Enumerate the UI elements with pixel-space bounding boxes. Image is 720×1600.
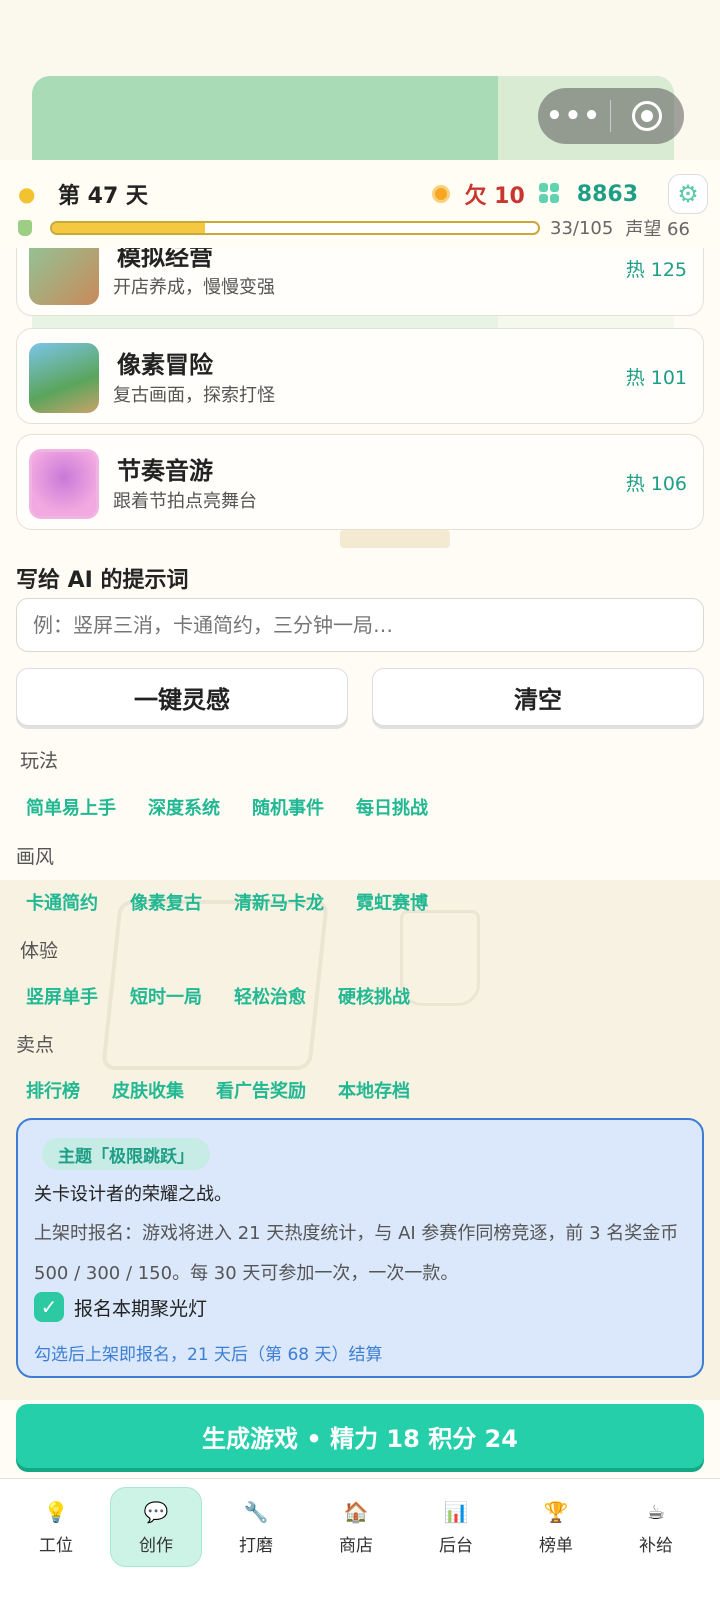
tag-chip[interactable]: 皮肤收集 (112, 1077, 184, 1103)
tag-group-label: 画风 (16, 846, 55, 868)
lightbulb-icon: ● (18, 182, 36, 206)
genre-subtitle: 复古画面，探索打怪 (113, 385, 275, 406)
store-icon: 🏠 (343, 1499, 369, 1524)
coin-icon (432, 185, 451, 203)
close-miniprogram-icon[interactable] (611, 101, 683, 131)
tag-group-label: 玩法 (20, 750, 59, 772)
chart-icon: 📊 (443, 1499, 469, 1524)
nav-item-store[interactable]: 🏠 商店 (310, 1487, 402, 1567)
nav-item-backend[interactable]: 📊 后台 (410, 1487, 502, 1567)
nav-item-supplies[interactable]: ☕ 补给 (610, 1487, 702, 1567)
tag-chip[interactable]: 轻松治愈 (234, 983, 306, 1009)
nav-label: 打磨 (239, 1535, 273, 1556)
potion-icon (18, 220, 32, 236)
genre-subtitle: 开店养成，慢慢变强 (113, 277, 275, 298)
wrench-icon: 🔧 (243, 1499, 269, 1524)
nav-label: 补给 (639, 1535, 673, 1556)
nav-label: 榜单 (539, 1535, 573, 1556)
generate-game-button[interactable]: 生成游戏 • 精力 18 积分 24 (16, 1404, 704, 1468)
more-icon[interactable]: ••• (538, 101, 610, 131)
progress-bar (50, 221, 540, 235)
debt-value: 欠 10 (464, 184, 525, 209)
tag-chip[interactable]: 简单易上手 (26, 794, 116, 820)
tag-chip[interactable]: 看广告奖励 (216, 1077, 306, 1103)
tag-row-art-style: 卡通简约 像素复古 清新马卡龙 霓虹赛博 (26, 889, 460, 915)
tag-chip[interactable]: 硬核挑战 (338, 983, 410, 1009)
tag-group-label: 体验 (20, 940, 59, 962)
inspire-button[interactable]: 一键灵感 (16, 668, 348, 726)
tag-chip[interactable]: 深度系统 (148, 794, 220, 820)
spotlight-theme-panel: 主题「极限跳跃」 关卡设计者的荣耀之战。 上架时报名：游戏将进入 21 天热度统… (16, 1118, 704, 1378)
nav-item-polish[interactable]: 🔧 打磨 (210, 1487, 302, 1567)
tag-chip[interactable]: 本地存档 (338, 1077, 410, 1103)
spotlight-checkbox-row[interactable]: ✓ 报名本期聚光灯 (34, 1292, 207, 1322)
tag-chip[interactable]: 竖屏单手 (26, 983, 98, 1009)
tag-row-gameplay: 简单易上手 深度系统 随机事件 每日挑战 (26, 794, 460, 820)
nav-label: 后台 (439, 1535, 473, 1556)
gear-icon: ⚙ (677, 180, 699, 208)
chat-icon: 💬 (143, 1499, 169, 1524)
genre-subtitle: 跟着节拍点亮舞台 (113, 491, 257, 512)
gems-value: 8863 (576, 181, 638, 207)
tag-row-selling-points: 排行榜 皮肤收集 看广告奖励 本地存档 (26, 1077, 442, 1103)
tag-chip[interactable]: 清新马卡龙 (234, 889, 324, 915)
prompt-section-title: 写给 AI 的提示词 (16, 568, 189, 593)
theme-badge: 主题「极限跳跃」 (42, 1138, 210, 1170)
genre-card[interactable]: 节奏音游 跟着节拍点亮舞台 热 106 (16, 434, 704, 530)
nav-label: 工位 (39, 1535, 73, 1556)
gems-icon (538, 183, 565, 205)
day-counter: 第 47 天 (58, 184, 148, 209)
checkbox-checked-icon[interactable]: ✓ (34, 1292, 64, 1322)
genre-thumbnail (29, 449, 99, 519)
lightbulb-icon: 💡 (43, 1499, 69, 1524)
settings-button[interactable]: ⚙ (668, 174, 708, 214)
status-header: ● 第 47 天 欠 10 8863 ⚙ 33/105 声望 66 (0, 160, 720, 248)
background-shelf (340, 530, 450, 548)
prompt-input[interactable] (16, 598, 704, 652)
miniprogram-capsule: ••• (538, 88, 684, 144)
tag-chip[interactable]: 短时一局 (130, 983, 202, 1009)
nav-item-create[interactable]: 💬 创作 (110, 1487, 202, 1567)
genre-hot: 热 101 (625, 367, 687, 389)
theme-description: 上架时报名：游戏将进入 21 天热度统计，与 AI 参赛作同榜竞逐，前 3 名奖… (34, 1223, 679, 1284)
genre-card[interactable]: 像素冒险 复古画面，探索打怪 热 101 (16, 328, 704, 424)
cup-icon: ☕ (647, 1499, 665, 1524)
tag-row-experience: 竖屏单手 短时一局 轻松治愈 硬核挑战 (26, 983, 442, 1009)
tag-group-label: 卖点 (16, 1034, 55, 1056)
nav-item-rankings[interactable]: 🏆 榜单 (510, 1487, 602, 1567)
spotlight-checkbox-label[interactable]: 报名本期聚光灯 (74, 1294, 207, 1321)
progress-text: 33/105 (550, 217, 614, 239)
reputation-text: 声望 66 (625, 219, 690, 240)
tag-chip[interactable]: 卡通简约 (26, 889, 98, 915)
genre-hot: 热 106 (625, 473, 687, 495)
tag-chip[interactable]: 每日挑战 (356, 794, 428, 820)
tag-chip[interactable]: 随机事件 (252, 794, 324, 820)
genre-title: 像素冒险 (117, 351, 213, 379)
genre-hot: 热 125 (625, 259, 687, 281)
trophy-icon: 🏆 (543, 1499, 569, 1524)
nav-label: 商店 (339, 1535, 373, 1556)
genre-title: 节奏音游 (117, 457, 213, 485)
genre-thumbnail (29, 343, 99, 413)
nav-item-workstation[interactable]: 💡 工位 (10, 1487, 102, 1567)
tag-chip[interactable]: 排行榜 (26, 1077, 80, 1103)
theme-note: 勾选后上架即报名，21 天后（第 68 天）结算 (34, 1345, 383, 1365)
bottom-navigation: 💡 工位 💬 创作 🔧 打磨 🏠 商店 📊 后台 🏆 榜单 ☕ 补给 (0, 1478, 720, 1600)
tag-chip[interactable]: 像素复古 (130, 889, 202, 915)
progress-fill (52, 223, 205, 233)
theme-slogan: 关卡设计者的荣耀之战。 (34, 1184, 232, 1205)
nav-label: 创作 (139, 1535, 173, 1556)
clear-button[interactable]: 清空 (372, 668, 704, 726)
tag-chip[interactable]: 霓虹赛博 (356, 889, 428, 915)
